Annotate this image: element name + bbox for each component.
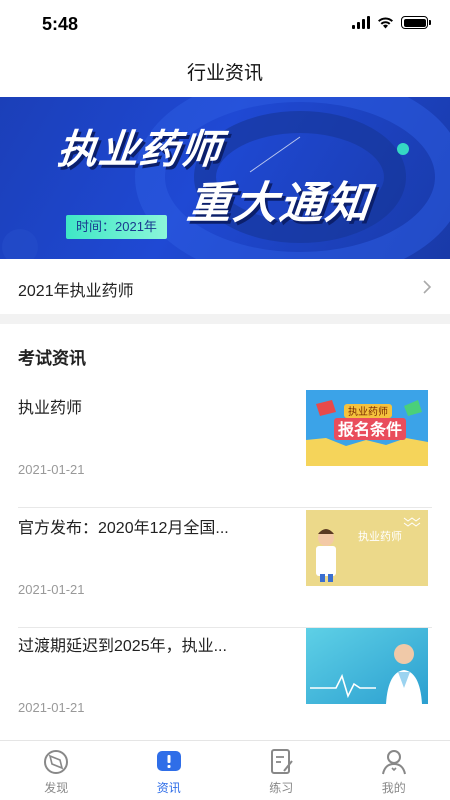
banner-date: 时间：2021年 — [66, 215, 167, 239]
news-icon — [156, 751, 181, 771]
link-row[interactable]: 2021年执业药师 — [0, 260, 450, 324]
tab-practice[interactable]: 练习 — [225, 741, 338, 800]
banner[interactable]: 执业药师 重大通知 时间：2021年 — [0, 97, 450, 259]
tab-profile[interactable]: 我的 — [338, 741, 450, 800]
news-thumbnail: 执业药师 报名条件 — [306, 390, 428, 466]
banner-headline-2: 重大通知 — [184, 179, 375, 228]
news-date: 2021-01-21 — [18, 462, 85, 477]
profile-icon — [381, 750, 406, 775]
news-item[interactable]: 过渡期延迟到2025年，执业... 2021-01-21 — [18, 628, 432, 746]
news-date: 2021-01-21 — [18, 582, 85, 597]
news-title: 执业药师 — [18, 400, 83, 417]
thumb-text-1: 执业药师 — [348, 405, 388, 418]
thumb-text-2: 报名条件 — [338, 420, 402, 439]
status-icons — [352, 16, 431, 29]
news-title: 过渡期延迟到2025年，执业... — [18, 638, 227, 655]
practice-icon — [271, 749, 294, 774]
news-date: 2021-01-21 — [18, 700, 85, 715]
section-title: 考试资讯 — [18, 349, 86, 368]
news-item[interactable]: 执业药师 2021-01-21 执业药师 报名条件 — [18, 390, 432, 508]
news-thumbnail: 执业药师 — [306, 510, 428, 586]
tab-label: 发现 — [44, 781, 69, 795]
link-row-label: 2021年执业药师 — [18, 283, 134, 300]
thumb-text-1: 执业药师 — [358, 529, 402, 543]
news-item[interactable]: 官方发布：2020年12月全国... 2021-01-21 执业药师 — [18, 510, 432, 628]
status-bar: 5:48 — [0, 0, 450, 48]
page-title: 行业资讯 — [186, 63, 263, 84]
status-time: 5:48 — [42, 14, 79, 34]
battery-icon — [401, 16, 431, 29]
news-thumbnail — [306, 628, 428, 704]
tab-label: 我的 — [381, 781, 406, 795]
wifi-icon — [378, 17, 393, 29]
news-title: 官方发布：2020年12月全国... — [18, 520, 229, 537]
tab-label: 练习 — [269, 781, 294, 795]
signal-icon — [352, 16, 370, 29]
tab-discover[interactable]: 发现 — [0, 741, 113, 800]
discover-icon — [44, 750, 69, 774]
tab-news[interactable]: 资讯 — [113, 741, 226, 800]
tab-label: 资讯 — [156, 781, 181, 795]
chevron-right-icon — [423, 280, 432, 294]
tab-bar: 发现 资讯 练习 我的 — [0, 740, 450, 800]
